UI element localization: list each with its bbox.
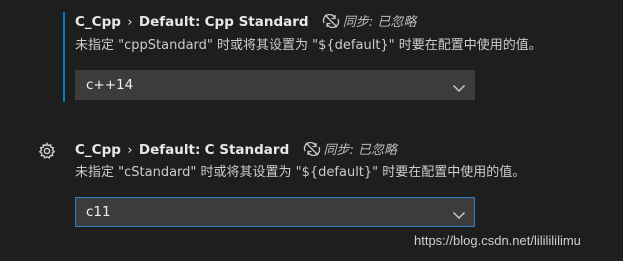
gear-icon[interactable]: [38, 142, 56, 160]
setting-scope: Default:: [138, 14, 201, 30]
sync-status-text: 同步: 已忽略: [342, 15, 417, 30]
select-value: c11: [86, 204, 111, 220]
setting-description: 未指定 "cppStandard" 时或将其设置为 "${default}" 时…: [75, 38, 542, 53]
sync-status: 同步: 已忽略: [302, 141, 398, 158]
setting-description: 未指定 "cStandard" 时或将其设置为 "${default}" 时要在…: [75, 165, 526, 180]
setting-title: C_Cpp › Default: C Standard 同步: 已忽略: [75, 140, 397, 160]
modified-indicator-bar: [63, 12, 65, 102]
setting-category: C_Cpp: [75, 142, 121, 158]
setting-title: C_Cpp › Default: Cpp Standard 同步: 已忽略: [75, 12, 416, 32]
chevron-down-icon: [452, 206, 466, 219]
cpp-standard-select[interactable]: c++14: [75, 70, 475, 100]
select-value: c++14: [86, 77, 134, 93]
setting-cpp-standard: C_Cpp › Default: Cpp Standard 同步: 已忽略 未指…: [0, 0, 623, 112]
sync-ignored-icon: [302, 141, 322, 157]
setting-category: C_Cpp: [75, 14, 121, 30]
watermark: https://blog.csdn.net/lililililimu: [414, 233, 581, 248]
setting-name: C Standard: [204, 142, 290, 158]
chevron-down-icon: [452, 79, 466, 92]
setting-name: Cpp Standard: [204, 14, 309, 30]
setting-scope: Default:: [138, 142, 201, 158]
sync-ignored-icon: [321, 13, 341, 29]
sync-status: 同步: 已忽略: [321, 13, 417, 30]
breadcrumb-separator: ›: [127, 14, 133, 30]
c-standard-select[interactable]: c11: [75, 197, 475, 227]
setting-c-standard: C_Cpp › Default: C Standard 同步: 已忽略 未指定 …: [0, 130, 623, 238]
sync-status-text: 同步: 已忽略: [323, 143, 398, 158]
breadcrumb-separator: ›: [127, 142, 133, 158]
